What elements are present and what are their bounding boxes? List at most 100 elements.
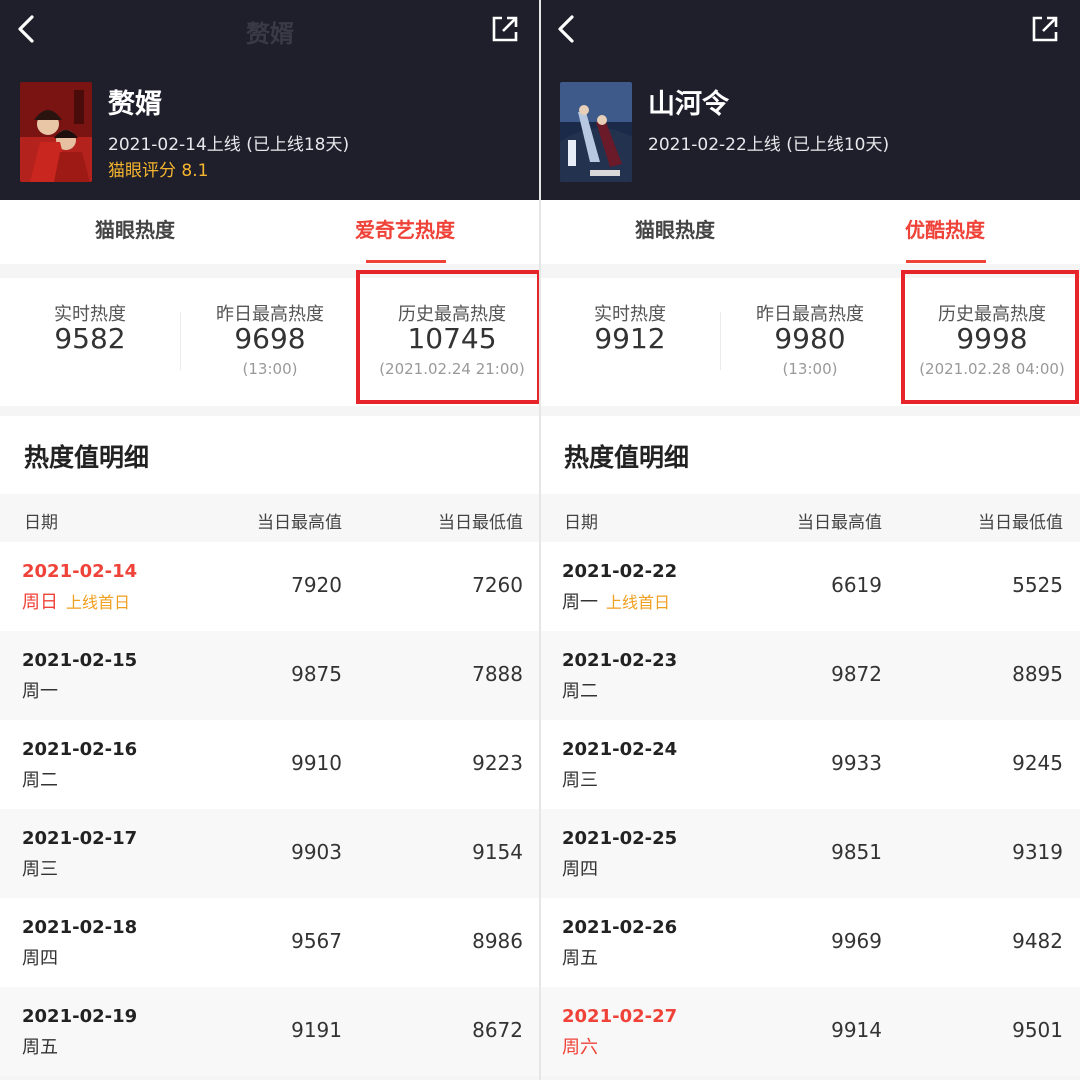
row-weekday: 周一 (562, 592, 598, 613)
header: 山河令 2021-02-22上线 (已上线10天) (540, 0, 1080, 200)
poster-image[interactable] (20, 82, 92, 182)
row-low: 5525 (1012, 573, 1063, 597)
section-title: 热度值明细 (564, 443, 690, 472)
table-row[interactable]: 2021-02-24 周三 9933 9245 (540, 720, 1080, 809)
table-row[interactable]: 2021-02-14 周日 上线首日 7920 7260 (0, 542, 540, 631)
stat-value: 9912 (594, 322, 666, 355)
tab-bar: 猫眼热度 爱奇艺热度 (0, 200, 540, 264)
row-high: 9910 (291, 751, 342, 775)
row-low: 8672 (472, 1018, 523, 1042)
row-low: 7888 (472, 662, 523, 686)
active-tab-indicator (906, 260, 986, 263)
row-low: 9319 (1012, 840, 1063, 864)
row-low: 9154 (472, 840, 523, 864)
panel-divider (539, 0, 541, 1080)
row-high: 9567 (291, 929, 342, 953)
table-row[interactable]: 2021-02-26 周五 9969 9482 (540, 898, 1080, 987)
row-weekday: 周二 (562, 681, 598, 702)
row-date: 2021-02-25 (562, 828, 678, 849)
column-daily-low: 当日最低值 (978, 513, 1063, 533)
row-date: 2021-02-24 (562, 739, 678, 760)
table-row[interactable]: 2021-02-19 周五 9191 8672 (0, 987, 540, 1076)
tab-youku-heat[interactable]: 优酷热度 (810, 200, 1080, 264)
table-row[interactable]: 2021-02-25 周四 9851 9319 (540, 809, 1080, 898)
share-icon[interactable] (490, 14, 520, 44)
table-row[interactable]: 2021-02-18 周四 9567 8986 (0, 898, 540, 987)
column-daily-high: 当日最高值 (797, 513, 882, 533)
header: 赘婿 赘婿 2021-02-14上线 (已上线18天) 猫眼评分 8.1 (0, 0, 540, 200)
heat-table: 2021-02-22 周一 上线首日 6619 5525 2021-02-23 周… (540, 542, 1080, 1076)
movie-title: 赘婿 (108, 89, 162, 120)
stat-realtime: 实时热度 9582 (0, 278, 180, 406)
table-row[interactable]: 2021-02-16 周二 9910 9223 (0, 720, 540, 809)
comparison-screenshot: 赘婿 赘婿 2021-02-14上线 (已上线18天) 猫眼评分 8.1 猫眼热… (0, 0, 1080, 1080)
row-high: 9969 (831, 929, 882, 953)
row-low: 8895 (1012, 662, 1063, 686)
stat-realtime: 实时热度 9912 (540, 278, 720, 406)
table-row[interactable]: 2021-02-22 周一 上线首日 6619 5525 (540, 542, 1080, 631)
row-date: 2021-02-18 (22, 917, 138, 938)
stat-value: 9582 (54, 322, 126, 355)
share-icon[interactable] (1030, 14, 1060, 44)
row-weekday: 周五 (562, 948, 598, 969)
row-weekday: 周六 (562, 1037, 598, 1058)
panel-left: 赘婿 赘婿 2021-02-14上线 (已上线18天) 猫眼评分 8.1 猫眼热… (0, 0, 540, 1080)
row-weekday: 周四 (562, 859, 598, 880)
table-header: 日期 当日最高值 当日最低值 (540, 494, 1080, 542)
row-high: 9903 (291, 840, 342, 864)
stat-value: 9980 (774, 322, 846, 355)
row-date: 2021-02-15 (22, 650, 138, 671)
tab-maoyan-heat[interactable]: 猫眼热度 (540, 200, 810, 264)
row-weekday: 周二 (22, 770, 58, 791)
row-low: 9245 (1012, 751, 1063, 775)
row-low: 9223 (472, 751, 523, 775)
tab-maoyan-heat[interactable]: 猫眼热度 (0, 200, 270, 264)
row-date: 2021-02-16 (22, 739, 138, 760)
section-title: 热度值明细 (24, 443, 150, 472)
table-row[interactable]: 2021-02-23 周二 9872 8895 (540, 631, 1080, 720)
row-weekday-cell: 周一 上线首日 (562, 588, 670, 614)
row-low: 9501 (1012, 1018, 1063, 1042)
row-weekday: 周三 (22, 859, 58, 880)
movie-title: 山河令 (648, 89, 729, 120)
row-high: 9851 (831, 840, 882, 864)
rating-score: 猫眼评分 8.1 (108, 161, 209, 181)
column-daily-low: 当日最低值 (438, 513, 523, 533)
row-weekday: 周一 (22, 681, 58, 702)
row-date: 2021-02-23 (562, 650, 678, 671)
highlight-annotation-box (356, 270, 540, 404)
stat-yesterday-high: 昨日最高热度 9698 (13:00) (180, 278, 360, 406)
stat-time: (13:00) (242, 360, 298, 378)
release-info: 2021-02-14上线 (已上线18天) (108, 135, 350, 155)
row-low: 8986 (472, 929, 523, 953)
row-high: 9875 (291, 662, 342, 686)
row-date: 2021-02-19 (22, 1006, 138, 1027)
table-row[interactable]: 2021-02-17 周三 9903 9154 (0, 809, 540, 898)
back-chevron-icon[interactable] (552, 12, 580, 46)
row-weekday: 周日 (22, 592, 58, 613)
launch-day-badge: 上线首日 (606, 593, 671, 612)
launch-day-badge: 上线首日 (66, 593, 131, 612)
table-row[interactable]: 2021-02-27 周六 9914 9501 (540, 987, 1080, 1076)
row-weekday: 周三 (562, 770, 598, 791)
column-daily-high: 当日最高值 (257, 513, 342, 533)
row-date: 2021-02-27 (562, 1006, 678, 1027)
column-date: 日期 (24, 513, 58, 533)
table-row[interactable]: 2021-02-15 周一 9875 7888 (0, 631, 540, 720)
row-high: 9914 (831, 1018, 882, 1042)
row-low: 9482 (1012, 929, 1063, 953)
heat-table: 2021-02-14 周日 上线首日 7920 7260 2021-02-15 周… (0, 542, 540, 1076)
tab-iqiyi-heat[interactable]: 爱奇艺热度 (270, 200, 540, 264)
row-high: 9191 (291, 1018, 342, 1042)
nav-title: 赘婿 (246, 20, 294, 48)
table-header: 日期 当日最高值 当日最低值 (0, 494, 540, 542)
detail-section-header: 热度值明细 (540, 416, 1080, 494)
stat-time: (13:00) (782, 360, 838, 378)
row-weekday-cell: 周日 上线首日 (22, 588, 130, 614)
stat-yesterday-high: 昨日最高热度 9980 (13:00) (720, 278, 900, 406)
stat-value: 9698 (234, 322, 306, 355)
poster-image[interactable] (560, 82, 632, 182)
row-high: 6619 (831, 573, 882, 597)
detail-section-header: 热度值明细 (0, 416, 540, 494)
row-low: 7260 (472, 573, 523, 597)
